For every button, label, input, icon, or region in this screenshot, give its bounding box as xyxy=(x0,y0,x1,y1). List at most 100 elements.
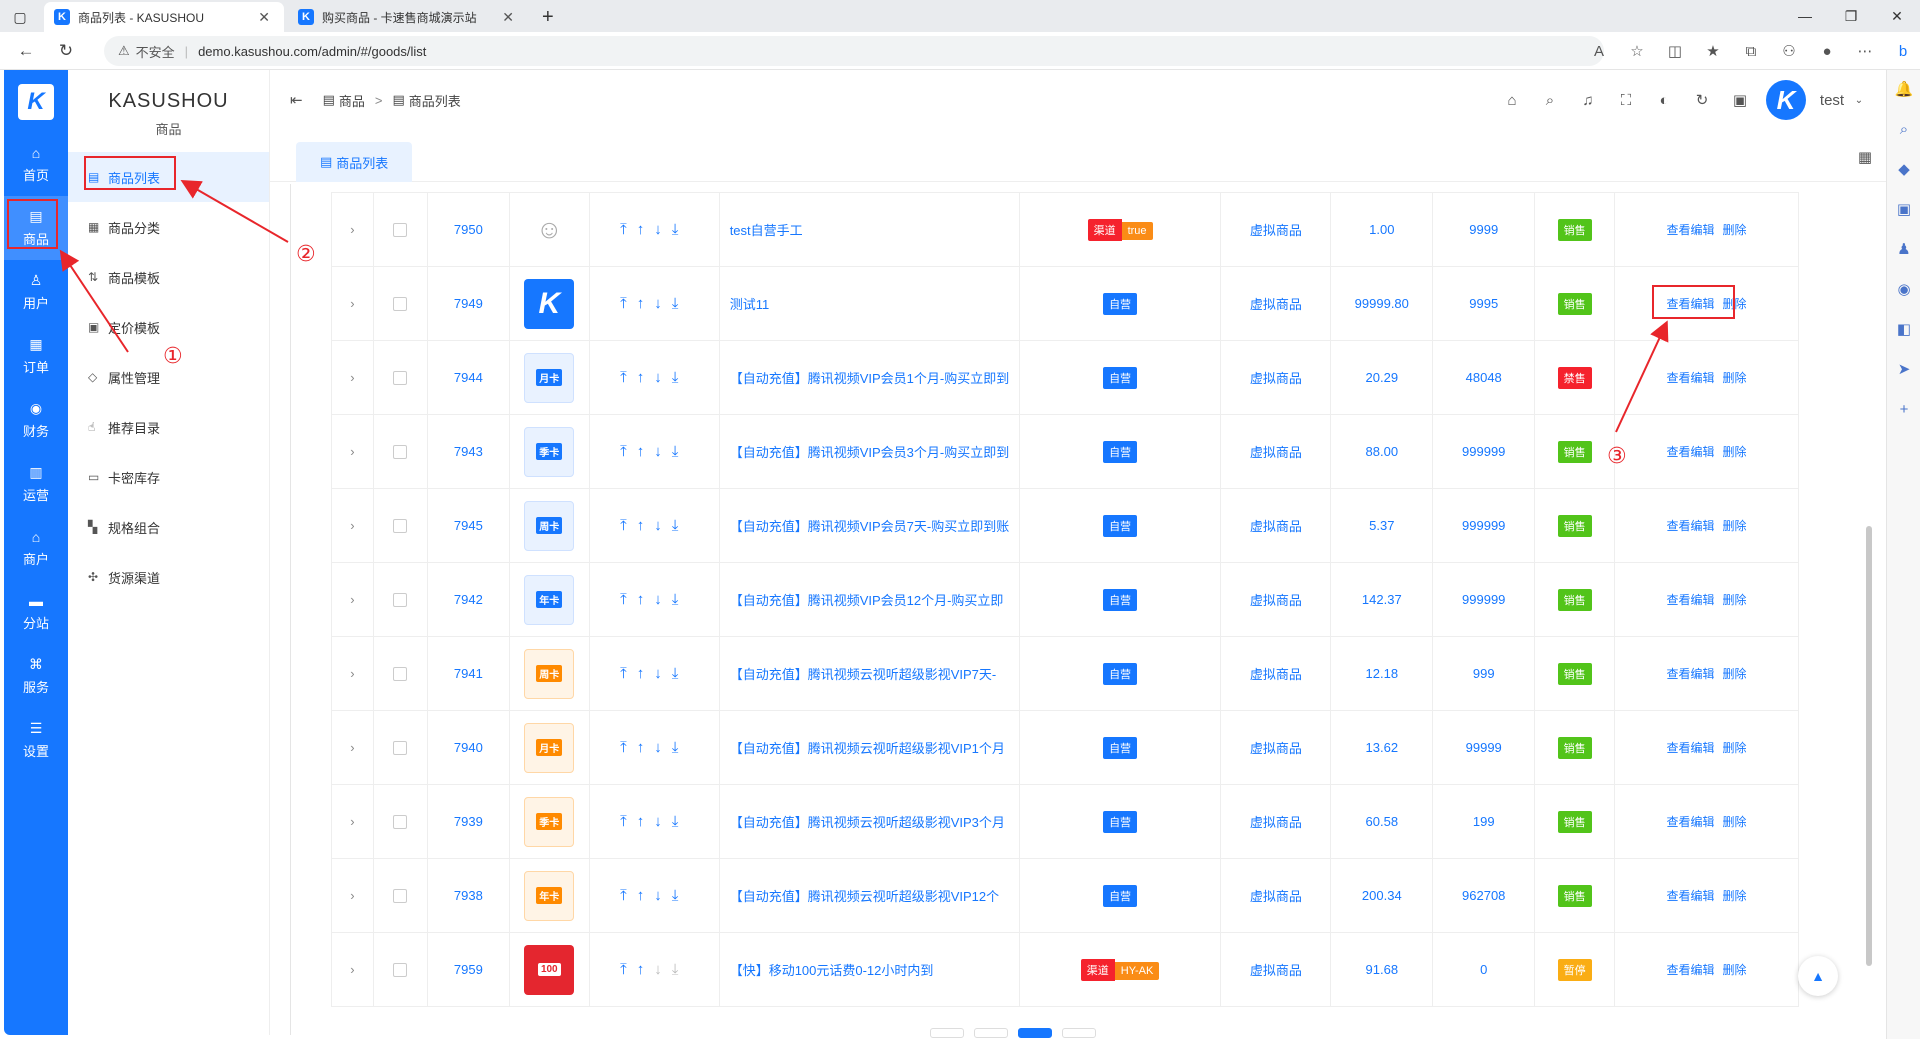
select-cell[interactable] xyxy=(372,636,428,711)
goods-name[interactable]: 【自动充值】腾讯视频云视听超级影视VIP7天- xyxy=(718,636,1020,711)
goods-price[interactable]: 142.37 xyxy=(1330,562,1434,637)
goods-stock[interactable]: 9995 xyxy=(1432,266,1536,341)
nav-home[interactable]: ⌂ 首页 xyxy=(4,132,68,196)
delete-link[interactable]: 删除 xyxy=(1723,445,1747,459)
chevron-right-icon[interactable]: › xyxy=(350,592,354,607)
goods-id[interactable]: 7941 xyxy=(426,636,510,711)
goods-id[interactable]: 7939 xyxy=(426,784,510,859)
goods-id[interactable]: 7945 xyxy=(426,488,510,563)
move-up-icon[interactable]: ↑ xyxy=(637,813,655,830)
goods-stock[interactable]: 999999 xyxy=(1432,562,1536,637)
submenu-spec-combo[interactable]: ▚ 规格组合 xyxy=(68,502,269,552)
goods-price[interactable]: 1.00 xyxy=(1330,192,1434,267)
chevron-down-icon[interactable]: ⌄ xyxy=(1852,80,1866,120)
view-edit-link[interactable]: 查看编辑 xyxy=(1667,815,1715,829)
goods-name[interactable]: 【自动充值】腾讯视频云视听超级影视VIP12个 xyxy=(718,858,1020,933)
view-edit-link[interactable]: 查看编辑 xyxy=(1667,519,1715,533)
view-edit-link[interactable]: 查看编辑 xyxy=(1667,593,1715,607)
status-badge[interactable]: 销售 xyxy=(1557,810,1592,833)
move-down-icon[interactable]: ↓ xyxy=(654,221,672,238)
delete-link[interactable]: 删除 xyxy=(1723,889,1747,903)
row-checkbox[interactable] xyxy=(393,593,408,608)
goods-id[interactable]: 7944 xyxy=(426,340,510,415)
move-up-icon[interactable]: ↑ xyxy=(637,221,655,238)
nav-settings[interactable]: ☰ 设置 xyxy=(4,708,68,772)
chevron-right-icon[interactable]: › xyxy=(350,888,354,903)
select-cell[interactable] xyxy=(372,192,428,267)
move-bottom-icon[interactable]: ⤓ xyxy=(672,961,689,978)
move-down-icon[interactable]: ↓ xyxy=(654,295,672,312)
move-top-icon[interactable]: ⤒ xyxy=(620,739,637,756)
goods-stock[interactable]: 9999 xyxy=(1432,192,1536,267)
move-up-icon[interactable]: ↑ xyxy=(637,591,655,608)
delete-link[interactable]: 删除 xyxy=(1723,963,1747,977)
search-icon[interactable]: ⌕ xyxy=(1887,110,1920,150)
delete-link[interactable]: 删除 xyxy=(1723,815,1747,829)
move-bottom-icon[interactable]: ⤓ xyxy=(672,591,689,608)
move-top-icon[interactable]: ⤒ xyxy=(620,961,637,978)
status-badge[interactable]: 销售 xyxy=(1557,662,1592,685)
status-badge[interactable]: 销售 xyxy=(1557,884,1592,907)
submenu-goods-category[interactable]: ▦ 商品分类 xyxy=(68,202,269,252)
goods-name[interactable]: 【自动充值】腾讯视频云视听超级影视VIP1个月 xyxy=(718,710,1020,785)
move-down-icon[interactable]: ↓ xyxy=(654,665,672,682)
split-screen-icon[interactable]: ◫ xyxy=(1658,36,1692,66)
goods-price[interactable]: 12.18 xyxy=(1330,636,1434,711)
status-badge[interactable]: 禁售 xyxy=(1557,366,1592,389)
collapse-menu-icon[interactable]: ⇤ xyxy=(290,91,303,109)
row-checkbox[interactable] xyxy=(393,519,408,534)
expand-cell[interactable]: › xyxy=(331,562,374,637)
status-badge[interactable]: 销售 xyxy=(1557,736,1592,759)
fullscreen-icon[interactable]: ⛶ xyxy=(1608,80,1644,120)
chevron-right-icon[interactable]: › xyxy=(350,814,354,829)
view-edit-link[interactable]: 查看编辑 xyxy=(1667,889,1715,903)
goods-name[interactable]: 【自动充值】腾讯视频VIP会员1个月-购买立即到 xyxy=(718,340,1020,415)
move-down-icon[interactable]: ↓ xyxy=(654,739,672,756)
select-cell[interactable] xyxy=(372,266,428,341)
goods-id[interactable]: 7950 xyxy=(426,192,510,267)
move-down-icon[interactable]: ↓ xyxy=(654,443,672,460)
games-icon[interactable]: ♟ xyxy=(1887,230,1920,270)
move-down-icon[interactable]: ↓ xyxy=(654,813,672,830)
view-edit-link[interactable]: 查看编辑 xyxy=(1667,667,1715,681)
move-up-icon[interactable]: ↑ xyxy=(637,961,655,978)
goods-price[interactable]: 20.29 xyxy=(1330,340,1434,415)
select-cell[interactable] xyxy=(372,710,428,785)
move-down-icon[interactable]: ↓ xyxy=(654,369,672,386)
move-top-icon[interactable]: ⤒ xyxy=(620,295,637,312)
add-icon[interactable]: + xyxy=(1887,390,1920,430)
expand-cell[interactable]: › xyxy=(331,192,374,267)
move-up-icon[interactable]: ↑ xyxy=(637,739,655,756)
move-up-icon[interactable]: ↑ xyxy=(637,887,655,904)
chevron-right-icon[interactable]: › xyxy=(350,370,354,385)
move-bottom-icon[interactable]: ⤓ xyxy=(672,739,689,756)
outlook-icon[interactable]: ◧ xyxy=(1887,310,1920,350)
move-top-icon[interactable]: ⤒ xyxy=(620,221,637,238)
goods-name[interactable]: test自营手工 xyxy=(718,192,1020,267)
row-checkbox[interactable] xyxy=(393,889,408,904)
goods-id[interactable]: 7943 xyxy=(426,414,510,489)
notification-icon[interactable]: 🔔 xyxy=(1887,70,1920,110)
move-bottom-icon[interactable]: ⤓ xyxy=(672,517,689,534)
goods-id[interactable]: 7938 xyxy=(426,858,510,933)
profile-icon[interactable]: ● xyxy=(1810,36,1844,66)
search-icon[interactable]: ⌕ xyxy=(1532,80,1568,120)
page-button-current[interactable] xyxy=(1018,1028,1052,1038)
goods-price[interactable]: 91.68 xyxy=(1330,932,1434,1007)
username[interactable]: test xyxy=(1814,80,1850,120)
goods-stock[interactable]: 962708 xyxy=(1432,858,1536,933)
theme-icon[interactable]: ◐ xyxy=(1646,80,1682,120)
goods-stock[interactable]: 48048 xyxy=(1432,340,1536,415)
move-up-icon[interactable]: ↑ xyxy=(637,443,655,460)
close-tab-icon[interactable]: ✕ xyxy=(498,9,518,26)
goods-price[interactable]: 60.58 xyxy=(1330,784,1434,859)
move-down-icon[interactable]: ↓ xyxy=(654,517,672,534)
view-edit-link[interactable]: 查看编辑 xyxy=(1667,223,1715,237)
goods-price[interactable]: 5.37 xyxy=(1330,488,1434,563)
expand-cell[interactable]: › xyxy=(331,784,374,859)
status-badge[interactable]: 暂停 xyxy=(1557,958,1592,981)
browser-tab-buy[interactable]: K 购买商品 - 卡速售商城演示站 ✕ xyxy=(288,2,528,32)
nav-merchant[interactable]: ⌂ 商户 xyxy=(4,516,68,580)
page-button[interactable] xyxy=(974,1028,1008,1038)
restore-icon[interactable]: ❐ xyxy=(1828,0,1874,32)
